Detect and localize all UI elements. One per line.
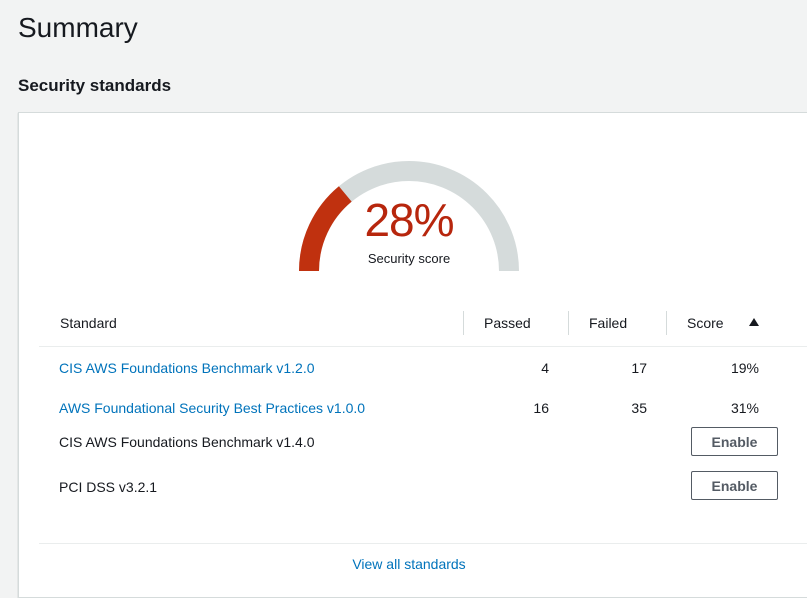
column-header-score[interactable]: Score [687, 315, 724, 331]
footer-divider [39, 543, 807, 544]
column-header-standard[interactable]: Standard [60, 315, 117, 331]
header-divider [39, 346, 807, 347]
enable-button-cis-v1-4-0[interactable]: Enable [691, 427, 778, 456]
score-value: 31% [730, 400, 759, 416]
standard-link-cis-v1-2-0[interactable]: CIS AWS Foundations Benchmark v1.2.0 [59, 360, 315, 376]
security-score-percent: 28% [364, 194, 454, 246]
security-score-gauge: 28% Security score [297, 113, 521, 283]
security-score-label: Security score [367, 251, 451, 266]
passed-count: 4 [541, 360, 549, 376]
section-title: Security standards [18, 76, 172, 95]
column-divider [568, 311, 569, 335]
score-value: 19% [730, 360, 759, 376]
column-divider [463, 311, 464, 335]
page-title: Summary [18, 12, 138, 43]
column-header-failed[interactable]: Failed [589, 315, 627, 331]
column-divider [666, 311, 667, 335]
passed-count: 16 [533, 400, 549, 416]
standard-link-aws-fsbp-v1-0-0[interactable]: AWS Foundational Security Best Practices… [59, 400, 365, 416]
failed-count: 17 [631, 360, 647, 376]
failed-count: 35 [631, 400, 647, 416]
enable-button-pci-dss-v3-2-1[interactable]: Enable [691, 471, 778, 500]
standard-name-cis-v1-4-0: CIS AWS Foundations Benchmark v1.4.0 [59, 434, 315, 450]
column-header-passed[interactable]: Passed [484, 315, 531, 331]
security-standards-card: 28% Security score Standard Passed Faile… [18, 112, 807, 598]
standard-name-pci-dss-v3-2-1: PCI DSS v3.2.1 [59, 479, 158, 495]
sort-ascending-icon[interactable] [749, 318, 759, 326]
view-all-standards-link[interactable]: View all standards [19, 556, 799, 572]
